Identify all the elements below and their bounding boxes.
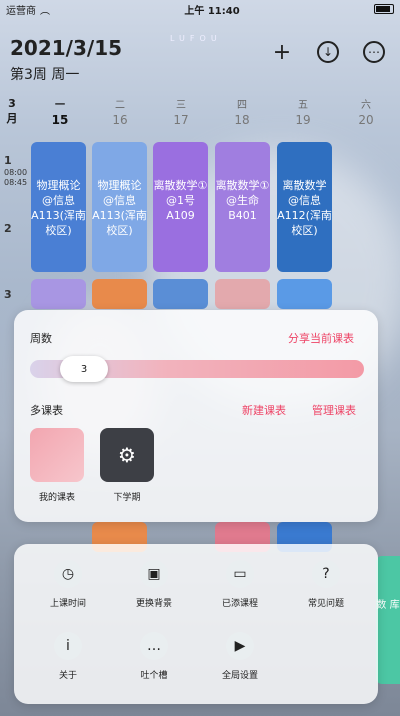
course-card[interactable]: 物理概论 @信息 A113(浑南校区) xyxy=(31,142,86,272)
day-sat[interactable]: 六 20 xyxy=(346,96,386,127)
weekday: 五 xyxy=(298,100,308,111)
weekday-label: 周一 xyxy=(51,67,80,83)
change-background-button[interactable]: ▣ 更换背景 xyxy=(124,560,184,609)
course-card[interactable]: 离散数学① @1号 A109 xyxy=(153,142,208,272)
course-card[interactable] xyxy=(215,279,270,309)
multi-table-label: 多课表 xyxy=(30,404,63,417)
weekday: 三 xyxy=(176,100,186,111)
weekday: 六 xyxy=(361,100,371,111)
week-info: 第3周 周一 xyxy=(10,64,122,84)
day-thu[interactable]: 四 18 xyxy=(222,96,262,127)
grid-label: 关于 xyxy=(58,671,77,681)
about-button[interactable]: i 关于 xyxy=(38,632,98,681)
day-mon[interactable]: 一 15 xyxy=(40,96,80,127)
day-number: 17 xyxy=(173,113,189,127)
day-number: 18 xyxy=(234,113,250,127)
image-icon: ▣ xyxy=(140,560,168,588)
period-number: 2 xyxy=(4,222,12,235)
course-card[interactable] xyxy=(277,279,332,309)
weekday: 一 xyxy=(55,100,65,111)
course-card[interactable]: 离散数学① @生命 B401 xyxy=(215,142,270,272)
archive-icon: ▭ xyxy=(226,560,254,588)
grid-label: 吐个槽 xyxy=(140,671,168,681)
question-icon: ? xyxy=(312,560,340,588)
wifi-icon: ︵ xyxy=(40,5,50,17)
play-icon: ▶ xyxy=(226,632,254,660)
course-card[interactable] xyxy=(153,279,208,309)
course-card[interactable] xyxy=(31,279,86,309)
grid-label: 上课时间 xyxy=(49,599,86,609)
period-number: 3 xyxy=(4,288,12,301)
current-date: 2021/3/15 xyxy=(10,36,123,60)
class-time-button[interactable]: ◷ 上课时间 xyxy=(38,560,98,609)
period-number: 1 xyxy=(4,154,12,167)
grid-label: 已添课程 xyxy=(221,599,258,609)
table-label: 下学期 xyxy=(113,493,141,503)
add-icon[interactable]: + xyxy=(270,40,294,65)
header: 2021/3/15 第3周 周一 xyxy=(10,36,122,84)
day-number: 15 xyxy=(51,113,69,127)
feedback-button[interactable]: … 吐个槽 xyxy=(124,632,184,681)
month-label: 3月 xyxy=(6,97,18,125)
my-schedule-tile[interactable] xyxy=(30,428,84,482)
global-settings-button[interactable]: ▶ 全局设置 xyxy=(210,632,270,681)
week-slider-thumb[interactable]: 3 xyxy=(60,356,108,382)
course-card[interactable]: 离散数学 @信息 A112(浑南校区) xyxy=(277,142,332,272)
day-number: 16 xyxy=(112,113,128,127)
period-2: 2 xyxy=(4,222,12,236)
watermark: LUFOU xyxy=(170,34,222,43)
new-table-link[interactable]: 新建课表 xyxy=(242,402,286,418)
gear-icon: ⚙ xyxy=(118,443,136,467)
share-schedule-link[interactable]: 分享当前课表 xyxy=(288,330,354,346)
day-number: 19 xyxy=(295,113,311,127)
carrier-label: 运营商 xyxy=(6,5,36,17)
clock-icon: ◷ xyxy=(54,560,82,588)
download-icon[interactable]: ↓ xyxy=(316,40,340,64)
course-card[interactable]: 物理概论 @信息 A113(浑南校区) xyxy=(92,142,147,272)
header-actions: + ↓ ⋯ xyxy=(270,40,386,65)
manage-table-link[interactable]: 管理课表 xyxy=(312,402,356,418)
more-icon[interactable]: ⋯ xyxy=(362,40,386,64)
clock: 上午 11:40 xyxy=(184,5,240,17)
grid-label: 常见问题 xyxy=(307,599,344,609)
side-tab[interactable]: 数 库 xyxy=(376,556,400,684)
day-number: 20 xyxy=(358,113,374,127)
grid-label: 更换背景 xyxy=(135,599,172,609)
period-start: 08:00 xyxy=(4,168,28,177)
period-end: 08:45 xyxy=(4,178,28,187)
grid-label: 全局设置 xyxy=(221,671,258,681)
period-3: 3 xyxy=(4,288,12,302)
weekday: 四 xyxy=(237,100,247,111)
day-tue[interactable]: 二 16 xyxy=(100,96,140,127)
chat-icon: … xyxy=(140,632,168,660)
week-label: 第3周 xyxy=(10,67,47,83)
faq-button[interactable]: ? 常见问题 xyxy=(296,560,356,609)
info-icon: i xyxy=(54,632,82,660)
added-courses-button[interactable]: ▭ 已添课程 xyxy=(210,560,270,609)
table-label: 我的课表 xyxy=(38,493,75,503)
weekday: 二 xyxy=(115,100,125,111)
period-1: 1 08:00 08:45 xyxy=(4,154,28,188)
day-fri[interactable]: 五 19 xyxy=(283,96,323,127)
next-semester-tile[interactable]: ⚙ xyxy=(100,428,154,482)
battery-icon xyxy=(374,4,394,14)
weeks-label: 周数 xyxy=(30,332,52,345)
course-card[interactable] xyxy=(92,279,147,309)
day-header-row: 3月 一 15 二 16 三 17 四 18 五 19 六 20 xyxy=(0,96,400,130)
day-wed[interactable]: 三 17 xyxy=(161,96,201,127)
status-bar: 运营商 ︵ 上午 11:40 xyxy=(0,0,400,18)
